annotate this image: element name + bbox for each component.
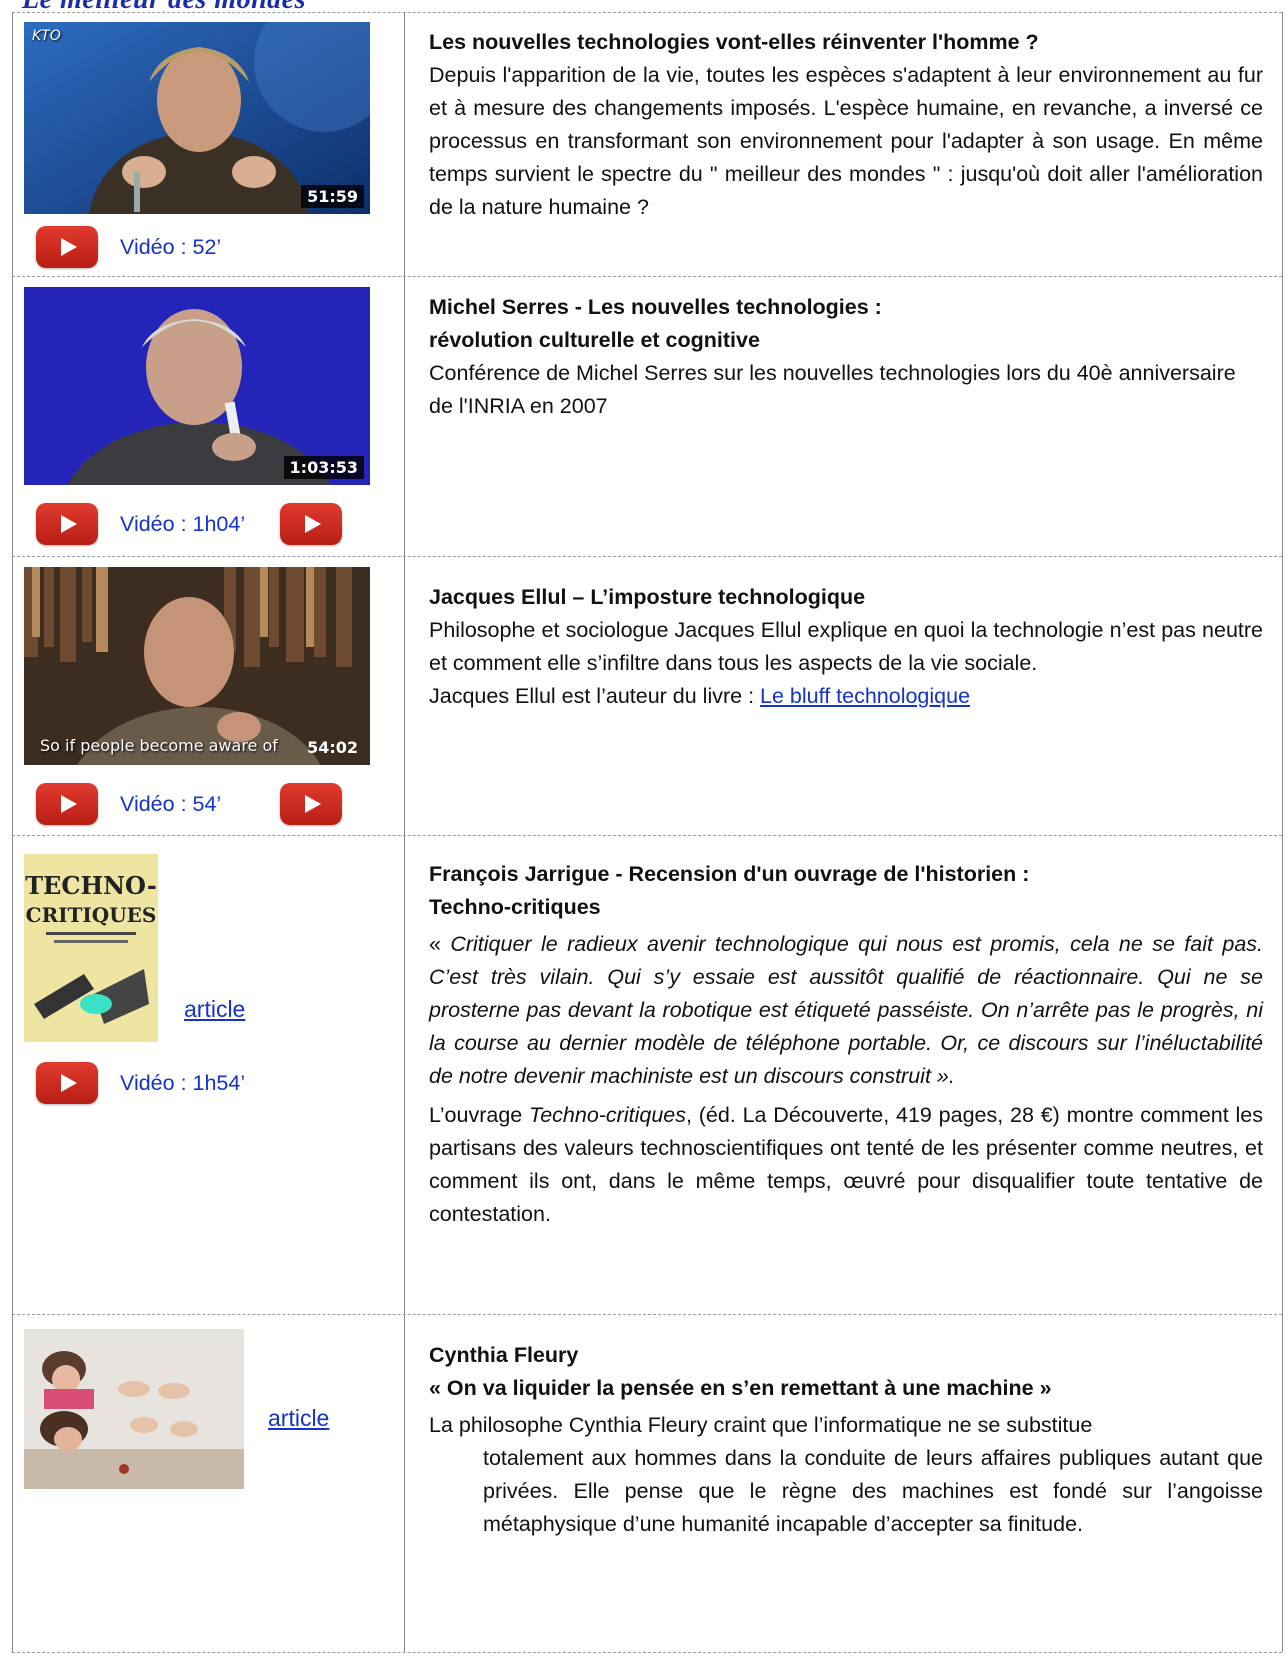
author-line: Jacques Ellul est l’auteur du livre : Le…	[429, 680, 1263, 713]
book-cover-image[interactable]: TECHNO- CRITIQUES	[24, 854, 158, 1042]
table-row: KTO 51:59 Vidéo : 52’ Les nouvelles tech…	[12, 12, 1282, 277]
entry-description-rest: totalement aux hommes dans la conduite d…	[483, 1446, 1263, 1536]
video-duration: 51:59	[301, 185, 364, 208]
youtube-play-icon[interactable]	[36, 226, 98, 268]
entry-description: Philosophe et sociologue Jacques Ellul e…	[429, 618, 1263, 675]
video-duration: 1:03:53	[283, 456, 364, 479]
entry-title-line1: Cynthia Fleury	[429, 1343, 579, 1367]
entry-description: Depuis l'apparition de la vie, toutes le…	[429, 63, 1263, 219]
article-link[interactable]: article	[184, 996, 245, 1023]
row-content: François Jarrigue - Recension d'un ouvra…	[417, 836, 1277, 1314]
video-duration: 54:02	[307, 738, 358, 757]
book-cover-title1: TECHNO-	[25, 871, 157, 900]
entry-title-line1: Michel Serres - Les nouvelles technologi…	[429, 295, 882, 319]
entry-quote: « Critiquer le radieux avenir technologi…	[429, 928, 1263, 1093]
entry-title-line2: révolution culturelle et cognitive	[429, 328, 760, 352]
table-row: 1:03:53 Vidéo : 1h04’ Michel Serres - Le…	[12, 277, 1282, 557]
table-right-border	[1282, 12, 1283, 1652]
entry-description-first-line: La philosophe Cynthia Fleury craint que …	[429, 1413, 1093, 1437]
video-subtitle: So if people become aware of	[40, 736, 278, 755]
video-label[interactable]: Vidéo : 52’	[120, 234, 221, 260]
entry-description: Conférence de Michel Serres sur les nouv…	[429, 361, 1236, 418]
article-image[interactable]	[24, 1329, 244, 1489]
description-book-title: Techno-critiques	[529, 1103, 686, 1127]
description-prefix: L’ouvrage	[429, 1103, 530, 1127]
video-label[interactable]: Vidéo : 54’	[120, 791, 221, 817]
youtube-play-icon-secondary[interactable]	[280, 503, 342, 545]
author-prefix: Jacques Ellul est l’auteur du livre :	[429, 684, 761, 708]
article-link[interactable]: article	[268, 1405, 329, 1432]
entry-title: Les nouvelles technologies vont-elles ré…	[429, 30, 1039, 54]
entry-title-line2: « On va liquider la pensée en s’en remet…	[429, 1376, 1052, 1400]
video-thumbnail[interactable]: KTO 51:59	[24, 22, 370, 214]
entry-title-line2: Techno-critiques	[429, 895, 601, 919]
entry-description: L’ouvrage Techno-critiques, (éd. La Déco…	[429, 1099, 1263, 1231]
video-label[interactable]: Vidéo : 1h54’	[120, 1070, 245, 1096]
video-thumbnail[interactable]: So if people become aware of 54:02	[24, 567, 370, 765]
book-link[interactable]: Le bluff technologique	[760, 684, 970, 708]
table-row: TECHNO- CRITIQUES article Vidéo : 1h54’ …	[12, 836, 1282, 1315]
row-content: Les nouvelles technologies vont-elles ré…	[417, 12, 1277, 276]
channel-logo: KTO	[32, 28, 61, 44]
video-thumbnail[interactable]: 1:03:53	[24, 287, 370, 485]
row-content: Jacques Ellul – L’imposture technologiqu…	[417, 557, 1277, 835]
row-content: Cynthia Fleury « On va liquider la pensé…	[417, 1315, 1277, 1652]
youtube-play-icon[interactable]	[36, 1062, 98, 1104]
youtube-play-icon-secondary[interactable]	[280, 783, 342, 825]
table-row: article Cynthia Fleury « On va liquider …	[12, 1315, 1282, 1653]
entry-title: Jacques Ellul – L’imposture technologiqu…	[429, 585, 866, 609]
quote-open: «	[429, 932, 451, 956]
entry-title-line1: François Jarrigue - Recension d'un ouvra…	[429, 862, 1030, 886]
youtube-play-icon[interactable]	[36, 783, 98, 825]
quote-text: Critiquer le radieux avenir technologiqu…	[429, 932, 1263, 1088]
youtube-play-icon[interactable]	[36, 503, 98, 545]
video-label[interactable]: Vidéo : 1h04’	[120, 511, 245, 537]
book-cover-title2: CRITIQUES	[26, 903, 157, 927]
row-content: Michel Serres - Les nouvelles technologi…	[417, 277, 1277, 556]
table-row: So if people become aware of 54:02 Vidéo…	[12, 557, 1282, 836]
